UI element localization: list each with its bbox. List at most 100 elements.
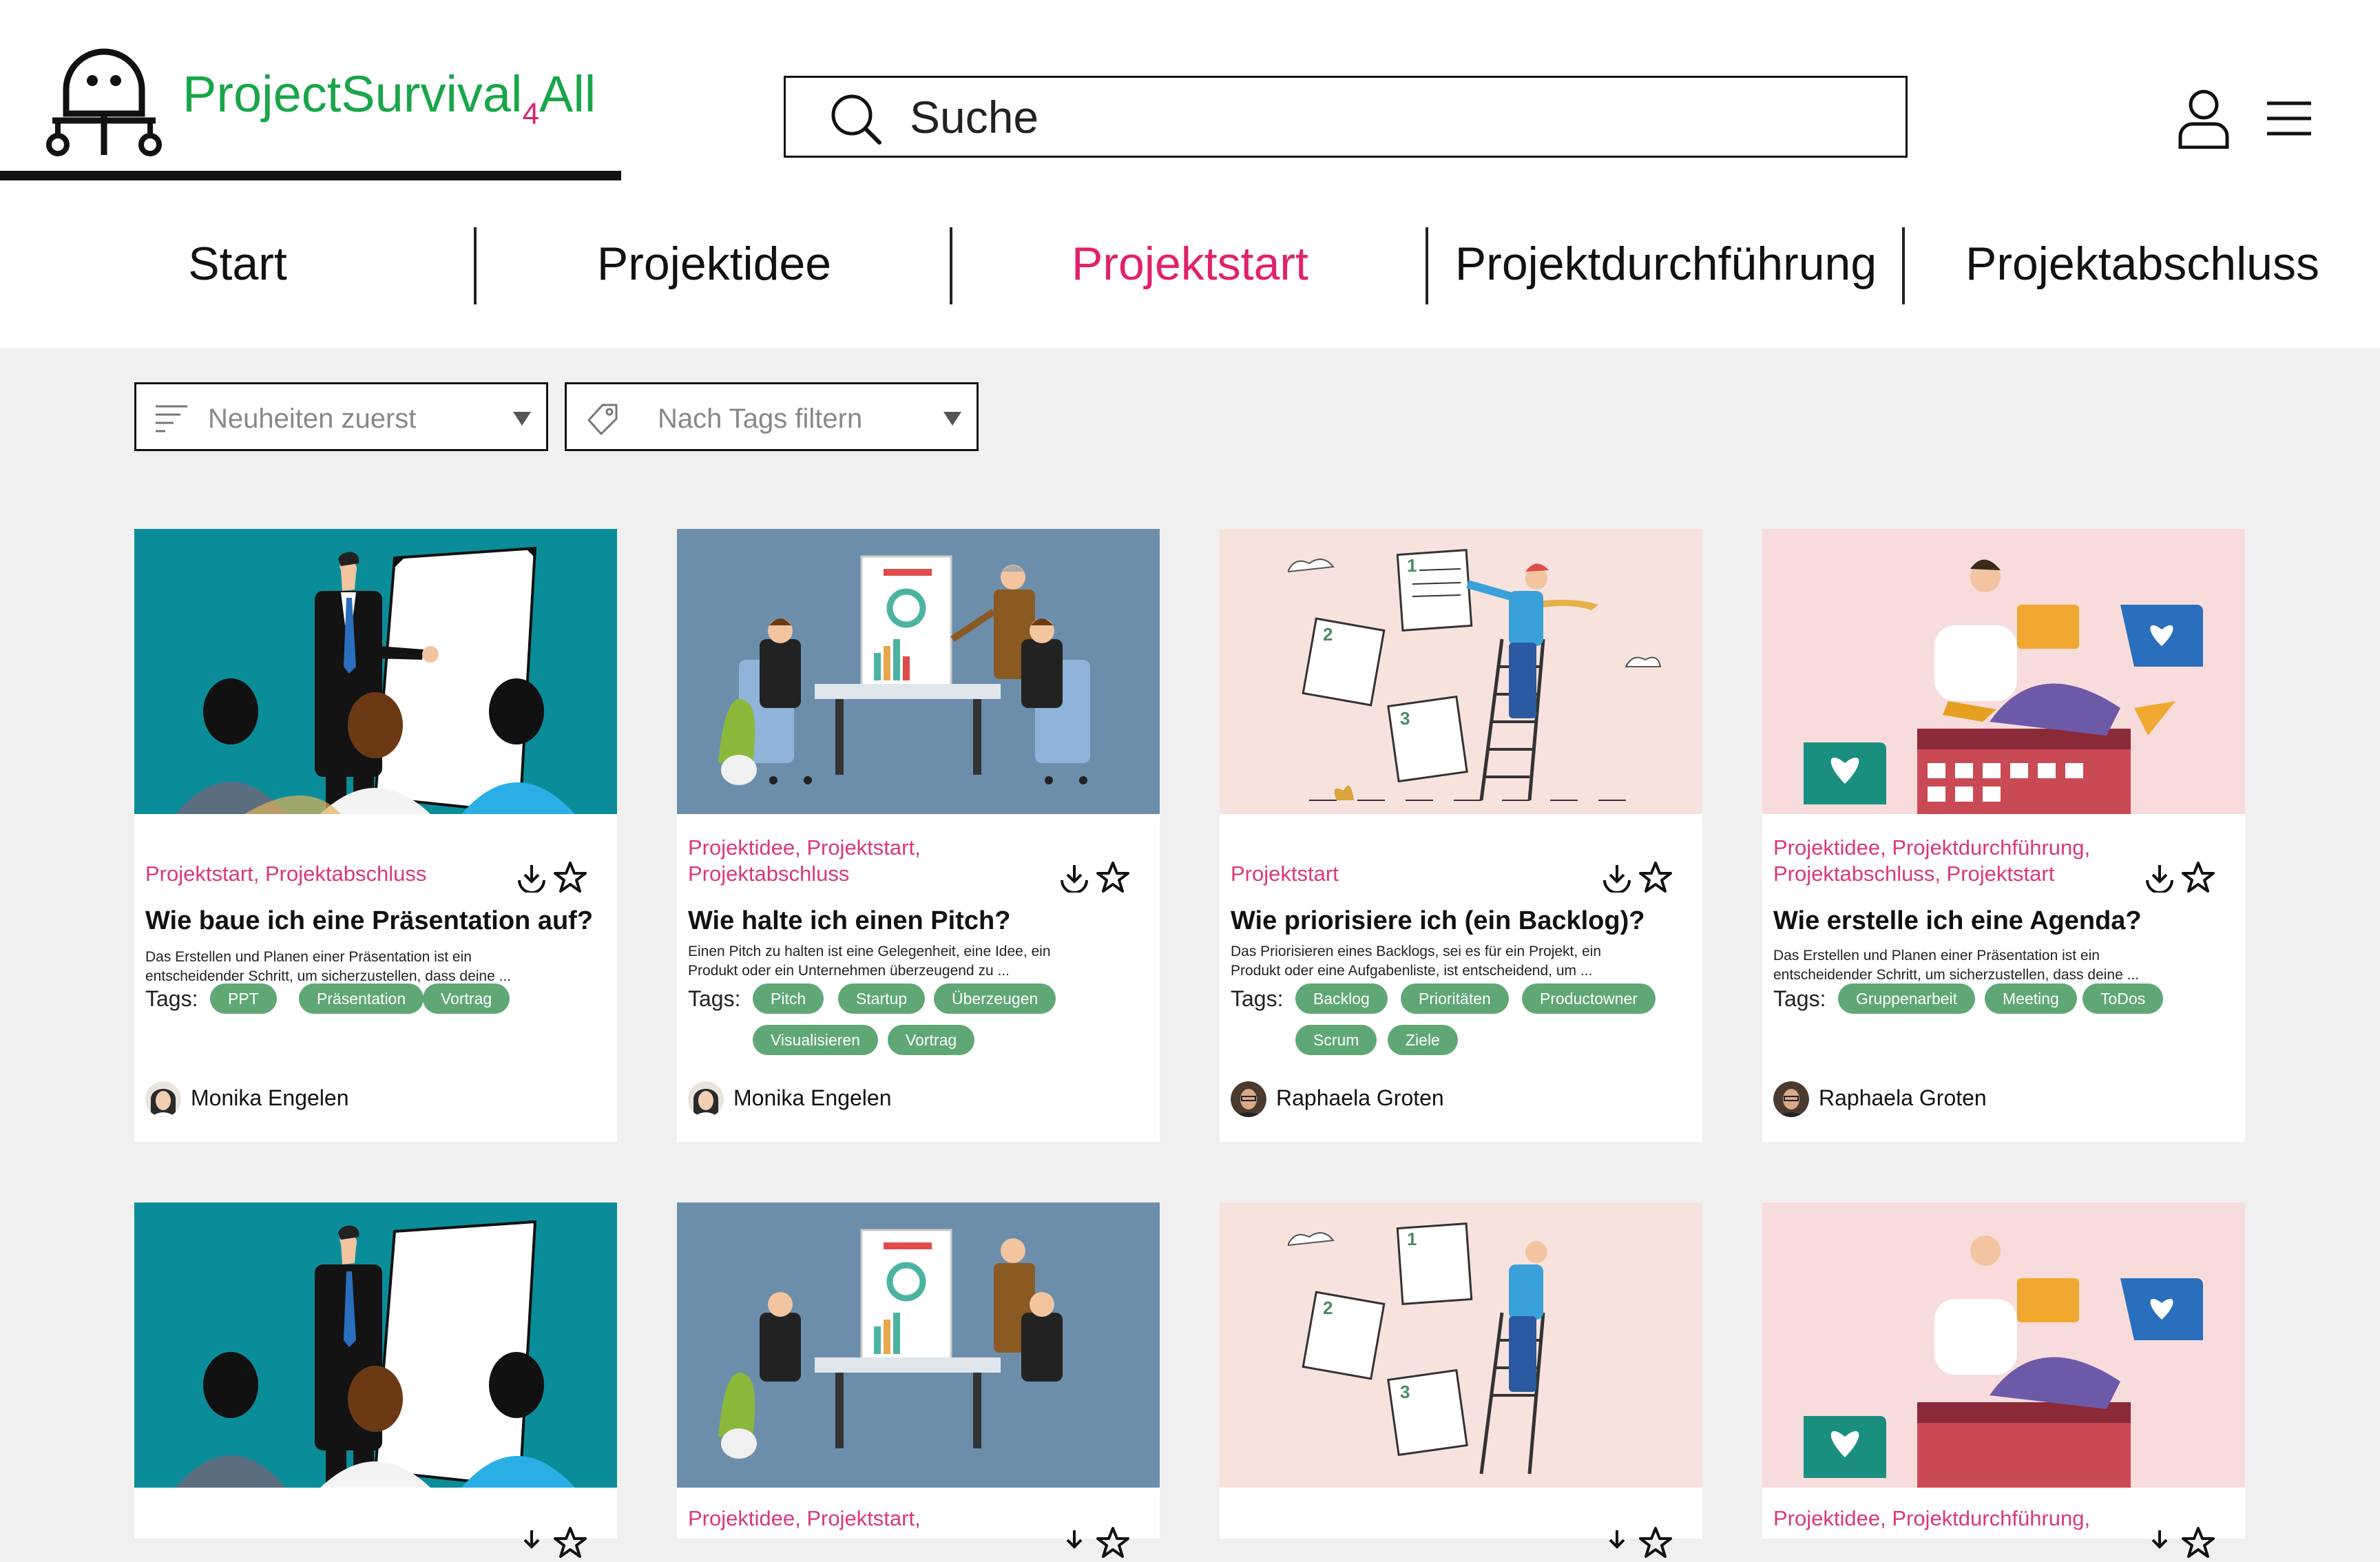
article-card[interactable]	[134, 1202, 617, 1558]
pitch-image	[677, 529, 1160, 814]
card-description: Das Priorisieren eines Backlogs, sei es …	[1231, 942, 1658, 981]
card-description-line: Das Erstellen und Planen einer Präsentat…	[145, 949, 472, 965]
download-icon[interactable]	[1059, 862, 1089, 893]
article-card[interactable]: Projektidee, Projektstart,	[677, 1202, 1160, 1558]
card-title[interactable]: Wie priorisiere ich (ein Backlog)?	[1231, 906, 1645, 936]
download-icon[interactable]	[516, 862, 547, 893]
tag-chip[interactable]: Pitch	[753, 983, 824, 1014]
download-icon[interactable]	[1602, 1528, 1632, 1558]
chevron-down-icon	[513, 412, 531, 426]
nav-item-projektdurchfuehrung[interactable]: Projektdurchführung	[1428, 220, 1903, 306]
card-description: Das Erstellen und Planen einer Präsentat…	[1773, 946, 2200, 985]
card-actions	[1059, 1523, 1135, 1562]
sort-dropdown-label: Neuheiten zuerst	[208, 404, 417, 434]
card-category-line: Projektstart	[1231, 862, 1339, 886]
tag-icon	[587, 404, 618, 435]
tag-chip[interactable]: Startup	[838, 983, 926, 1014]
tag-chip[interactable]: Vortrag	[888, 1025, 975, 1055]
download-icon[interactable]	[516, 1528, 547, 1558]
card-category-line: Projektidee, Projektdurchführung,	[1773, 835, 2091, 860]
download-icon[interactable]	[1059, 1528, 1089, 1558]
tag-chip[interactable]: Gruppenarbeit	[1838, 983, 1976, 1014]
nav-item-start[interactable]: Start	[0, 220, 475, 306]
star-icon[interactable]	[2182, 861, 2215, 894]
svg-text:3: 3	[1400, 708, 1410, 729]
nav-item-projektidee[interactable]: Projektidee	[477, 220, 952, 306]
presentation-image	[134, 529, 617, 814]
brand-name-suffix: All	[539, 65, 596, 123]
card-actions	[2144, 1523, 2220, 1562]
user-icon[interactable]	[2176, 88, 2231, 149]
tag-chip[interactable]: Überzeugen	[934, 983, 1056, 1014]
tags-label: Tags:	[145, 986, 198, 1011]
site-header: ProjectSurvival4All Start Projektidee Pr…	[0, 0, 2380, 348]
search-bar[interactable]	[784, 76, 1908, 158]
card-actions	[1602, 1523, 1678, 1562]
star-icon[interactable]	[1639, 1526, 1672, 1559]
card-description-line: Das Priorisieren eines Backlogs, sei es …	[1231, 944, 1602, 959]
star-icon[interactable]	[1096, 861, 1129, 894]
hamburger-menu-icon[interactable]	[2267, 101, 2311, 136]
avatar	[1231, 1081, 1266, 1117]
tags-label: Tags:	[688, 986, 741, 1011]
agenda-calendar-illustration	[1762, 529, 2245, 814]
star-icon[interactable]	[554, 1526, 587, 1559]
card-category-line: Projektidee, Projektstart,	[688, 1506, 921, 1530]
svg-text:2: 2	[1323, 1298, 1333, 1318]
download-icon[interactable]	[1602, 862, 1632, 893]
card-actions	[1602, 858, 1678, 897]
article-card[interactable]: Projektstart, Projektabschluss Wie baue …	[134, 529, 617, 1142]
article-card[interactable]: Projektidee, Projektstart, Projektabschl…	[677, 529, 1160, 1142]
tag-chip[interactable]: ToDos	[2082, 983, 2164, 1014]
card-title[interactable]: Wie halte ich einen Pitch?	[688, 906, 1010, 936]
tag-chip[interactable]: Prioritäten	[1401, 983, 1509, 1014]
tag-chip[interactable]: Visualisieren	[753, 1025, 878, 1055]
logo-icon[interactable]	[39, 31, 169, 162]
tag-filter-dropdown[interactable]: Nach Tags filtern	[565, 382, 979, 451]
tag-chip[interactable]: Vortrag	[423, 983, 510, 1014]
avatar	[1773, 1081, 1809, 1117]
card-description-line: entscheidender Schritt, um sicherzustell…	[1773, 967, 2140, 983]
article-card[interactable]: Projektidee, Projektdurchführung,	[1762, 1202, 2245, 1558]
tag-chip[interactable]: PPT	[210, 983, 277, 1014]
author-name: Raphaela Groten	[1819, 1085, 1987, 1110]
star-icon[interactable]	[554, 861, 587, 894]
download-icon[interactable]	[2144, 1528, 2175, 1558]
card-actions	[1059, 858, 1135, 897]
backlog-ladder-illustration: 1 2 3	[1220, 1202, 1702, 1488]
tag-chip[interactable]: Präsentation	[299, 983, 424, 1014]
pitch-meeting-illustration	[677, 529, 1160, 814]
brand-name[interactable]: ProjectSurvival4All	[182, 69, 596, 129]
author-name: Raphaela Groten	[1276, 1085, 1444, 1110]
brand-name-small: 4	[522, 97, 539, 131]
article-card[interactable]: 1 2 3	[1220, 1202, 1702, 1558]
sort-dropdown[interactable]: Neuheiten zuerst	[134, 382, 548, 451]
tag-chip[interactable]: Meeting	[1985, 983, 2077, 1014]
tag-chip[interactable]: Productowner	[1522, 983, 1656, 1014]
article-card[interactable]: Projektidee, Projektdurchführung, Projek…	[1762, 529, 2245, 1142]
avatar	[688, 1081, 724, 1117]
card-category-line: Projektstart, Projektabschluss	[145, 862, 427, 886]
tag-chip[interactable]: Backlog	[1295, 983, 1388, 1014]
author-name: Monika Engelen	[733, 1085, 892, 1110]
agenda-calendar-illustration	[1762, 1202, 2245, 1488]
star-icon[interactable]	[1096, 1526, 1129, 1559]
tags-label: Tags:	[1231, 986, 1284, 1011]
svg-text:1: 1	[1407, 555, 1417, 576]
backlog-ladder-illustration: 1 2 3	[1220, 529, 1702, 814]
article-card[interactable]: 1 2 3	[1220, 529, 1702, 1142]
card-title[interactable]: Wie erstelle ich eine Agenda?	[1773, 906, 2142, 936]
star-icon[interactable]	[2182, 1526, 2215, 1559]
tag-chip[interactable]: Ziele	[1388, 1025, 1458, 1055]
card-category-line: Projektidee, Projektdurchführung,	[1773, 1506, 2091, 1530]
agenda-image	[1762, 1202, 2245, 1488]
tag-chip[interactable]: Scrum	[1295, 1025, 1377, 1055]
pitch-meeting-illustration	[677, 1202, 1160, 1488]
nav-item-projektabschluss[interactable]: Projektabschluss	[1905, 220, 2380, 306]
card-title[interactable]: Wie baue ich eine Präsentation auf?	[145, 906, 593, 936]
tag-filter-label: Nach Tags filtern	[658, 404, 863, 434]
star-icon[interactable]	[1639, 861, 1672, 894]
download-icon[interactable]	[2144, 862, 2175, 893]
search-input[interactable]	[910, 87, 1874, 147]
nav-item-projektstart[interactable]: Projektstart	[952, 220, 1428, 306]
